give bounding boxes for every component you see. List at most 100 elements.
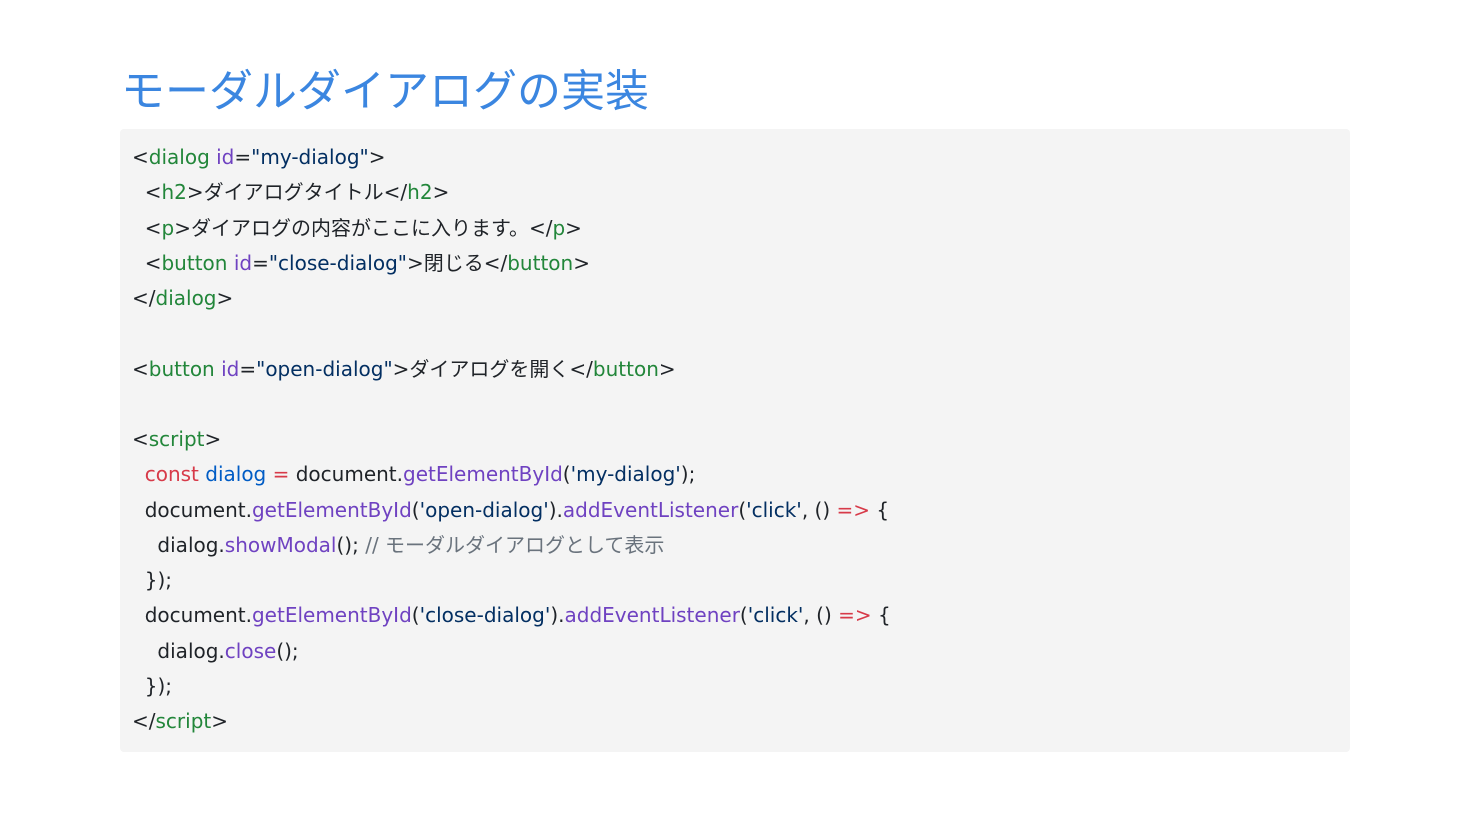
code-token-attr: id — [233, 250, 253, 275]
code-token-plain: = — [239, 356, 257, 381]
code-token-keyword: = — [272, 462, 290, 487]
code-token-plain: ( — [738, 497, 747, 522]
code-token-plain: >ダイアログの内容がここに入ります。</ — [174, 215, 553, 240]
code-token-plain: > — [216, 286, 234, 310]
code-token-plain: > — [432, 180, 450, 205]
code-token-plain: ( — [562, 462, 571, 487]
code-token-tag: p — [552, 215, 566, 240]
code-token-plain: ( — [411, 603, 420, 628]
code-line: const dialog = document.getElementById('… — [132, 457, 1350, 492]
code-token-plain: > — [211, 709, 228, 733]
code-token-plain: >閉じる</ — [406, 250, 508, 275]
code-token-str: 'click' — [746, 497, 802, 522]
code-token-tag: dialog — [148, 145, 210, 169]
code-block: <dialog id="my-dialog"> <h2>ダイアログタイトル</h… — [120, 129, 1350, 752]
code-token-plain: , () — [803, 603, 839, 628]
code-token-plain: ). — [550, 603, 565, 628]
code-token-plain: dialog. — [132, 532, 225, 557]
code-token-plain: > — [565, 215, 582, 240]
code-token-tag: script — [155, 709, 212, 733]
code-token-plain: = — [252, 250, 269, 275]
code-token-func: close — [224, 638, 277, 663]
code-token-plain: , () — [801, 497, 837, 522]
code-token-plain: >ダイアログタイトル</ — [186, 180, 408, 205]
code-token-plain: < — [132, 215, 162, 240]
code-token-tag: button — [161, 250, 228, 275]
code-token-tag: h2 — [161, 180, 187, 205]
code-token-plain: < — [132, 145, 149, 169]
code-token-func: addEventListener — [564, 603, 740, 628]
code-token-plain: < — [132, 180, 162, 205]
code-token-tag: button — [507, 250, 574, 275]
code-token-plain: ). — [548, 497, 563, 522]
code-token-str: 'open-dialog' — [419, 497, 549, 522]
code-token-str: 'my-dialog' — [570, 462, 681, 487]
code-line: }); — [132, 669, 1350, 704]
code-token-tag: h2 — [407, 180, 433, 205]
code-line: }); — [132, 563, 1350, 598]
code-token-plain: >ダイアログを開く</ — [392, 356, 593, 381]
code-token-plain: ( — [739, 603, 748, 628]
code-line: document.getElementById('close-dialog').… — [132, 598, 1350, 633]
code-token-plain: { — [871, 603, 891, 628]
code-token-tag: button — [148, 356, 215, 381]
code-token-func: getElementById — [403, 462, 563, 487]
code-token-var: dialog — [205, 462, 267, 487]
code-token-plain: > — [573, 250, 590, 275]
code-token-plain: > — [204, 427, 222, 451]
code-line: <h2>ダイアログタイトル</h2> — [132, 175, 1350, 210]
code-token-plain: ( — [411, 497, 420, 522]
code-token-plain: </ — [132, 286, 156, 310]
code-token-attr: id — [221, 356, 240, 381]
code-token-plain: document. — [132, 497, 252, 522]
code-token-plain: > — [658, 356, 676, 381]
code-token-tag: button — [592, 356, 659, 381]
code-line: <button id="close-dialog">閉じる</button> — [132, 246, 1350, 281]
code-token-tag: dialog — [155, 286, 217, 310]
code-line: dialog.showModal(); // モーダルダイアログとして表示 — [132, 528, 1350, 563]
code-token-plain: < — [132, 356, 149, 381]
code-token-plain: </ — [132, 709, 156, 733]
code-token-plain: document. — [132, 603, 252, 628]
code-line: </dialog> — [132, 281, 1350, 316]
code-token-plain: < — [132, 250, 162, 275]
code-token-str: 'close-dialog' — [419, 603, 551, 628]
code-token-plain: < — [132, 427, 149, 451]
code-token-func: addEventListener — [562, 497, 739, 522]
code-line: </script> — [132, 704, 1350, 739]
code-token-tag: script — [148, 427, 205, 451]
code-token-str: "my-dialog" — [251, 145, 369, 169]
code-token-func: getElementById — [251, 603, 412, 628]
code-token-comment: // モーダルダイアログとして表示 — [365, 532, 665, 557]
code-token-str: "close-dialog" — [268, 250, 407, 275]
code-line: <dialog id="my-dialog"> — [132, 140, 1350, 175]
code-token-attr: id — [216, 145, 235, 169]
code-token-plain: document. — [289, 462, 403, 487]
code-token-tag: p — [161, 215, 175, 240]
code-lines: <dialog id="my-dialog"> <h2>ダイアログタイトル</h… — [120, 140, 1350, 739]
code-token-plain: { — [870, 497, 890, 522]
code-token-plain: (); — [336, 532, 366, 557]
code-token-plain: = — [234, 145, 252, 169]
code-line: <button id="open-dialog">ダイアログを開く</butto… — [132, 352, 1350, 387]
code-token-plain: }); — [132, 673, 172, 698]
code-token-str: "open-dialog" — [256, 356, 393, 381]
code-token-keyword: => — [836, 497, 871, 522]
code-token-plain: > — [368, 145, 386, 169]
code-token-plain: }); — [132, 568, 172, 592]
code-line: document.getElementById('open-dialog').a… — [132, 493, 1350, 528]
code-token-plain: ); — [680, 462, 696, 487]
page-title: モーダルダイアログの実装 — [121, 66, 649, 117]
code-token-func: showModal — [224, 532, 337, 557]
code-token-str: 'click' — [747, 603, 804, 628]
code-token-plain: (); — [276, 638, 299, 663]
code-token-plain: dialog. — [132, 638, 225, 663]
code-token-keyword: const — [144, 462, 199, 487]
code-line: <script> — [132, 422, 1350, 457]
code-token-func: getElementById — [251, 497, 412, 522]
code-line: dialog.close(); — [132, 634, 1350, 669]
code-token-keyword: => — [838, 603, 872, 628]
